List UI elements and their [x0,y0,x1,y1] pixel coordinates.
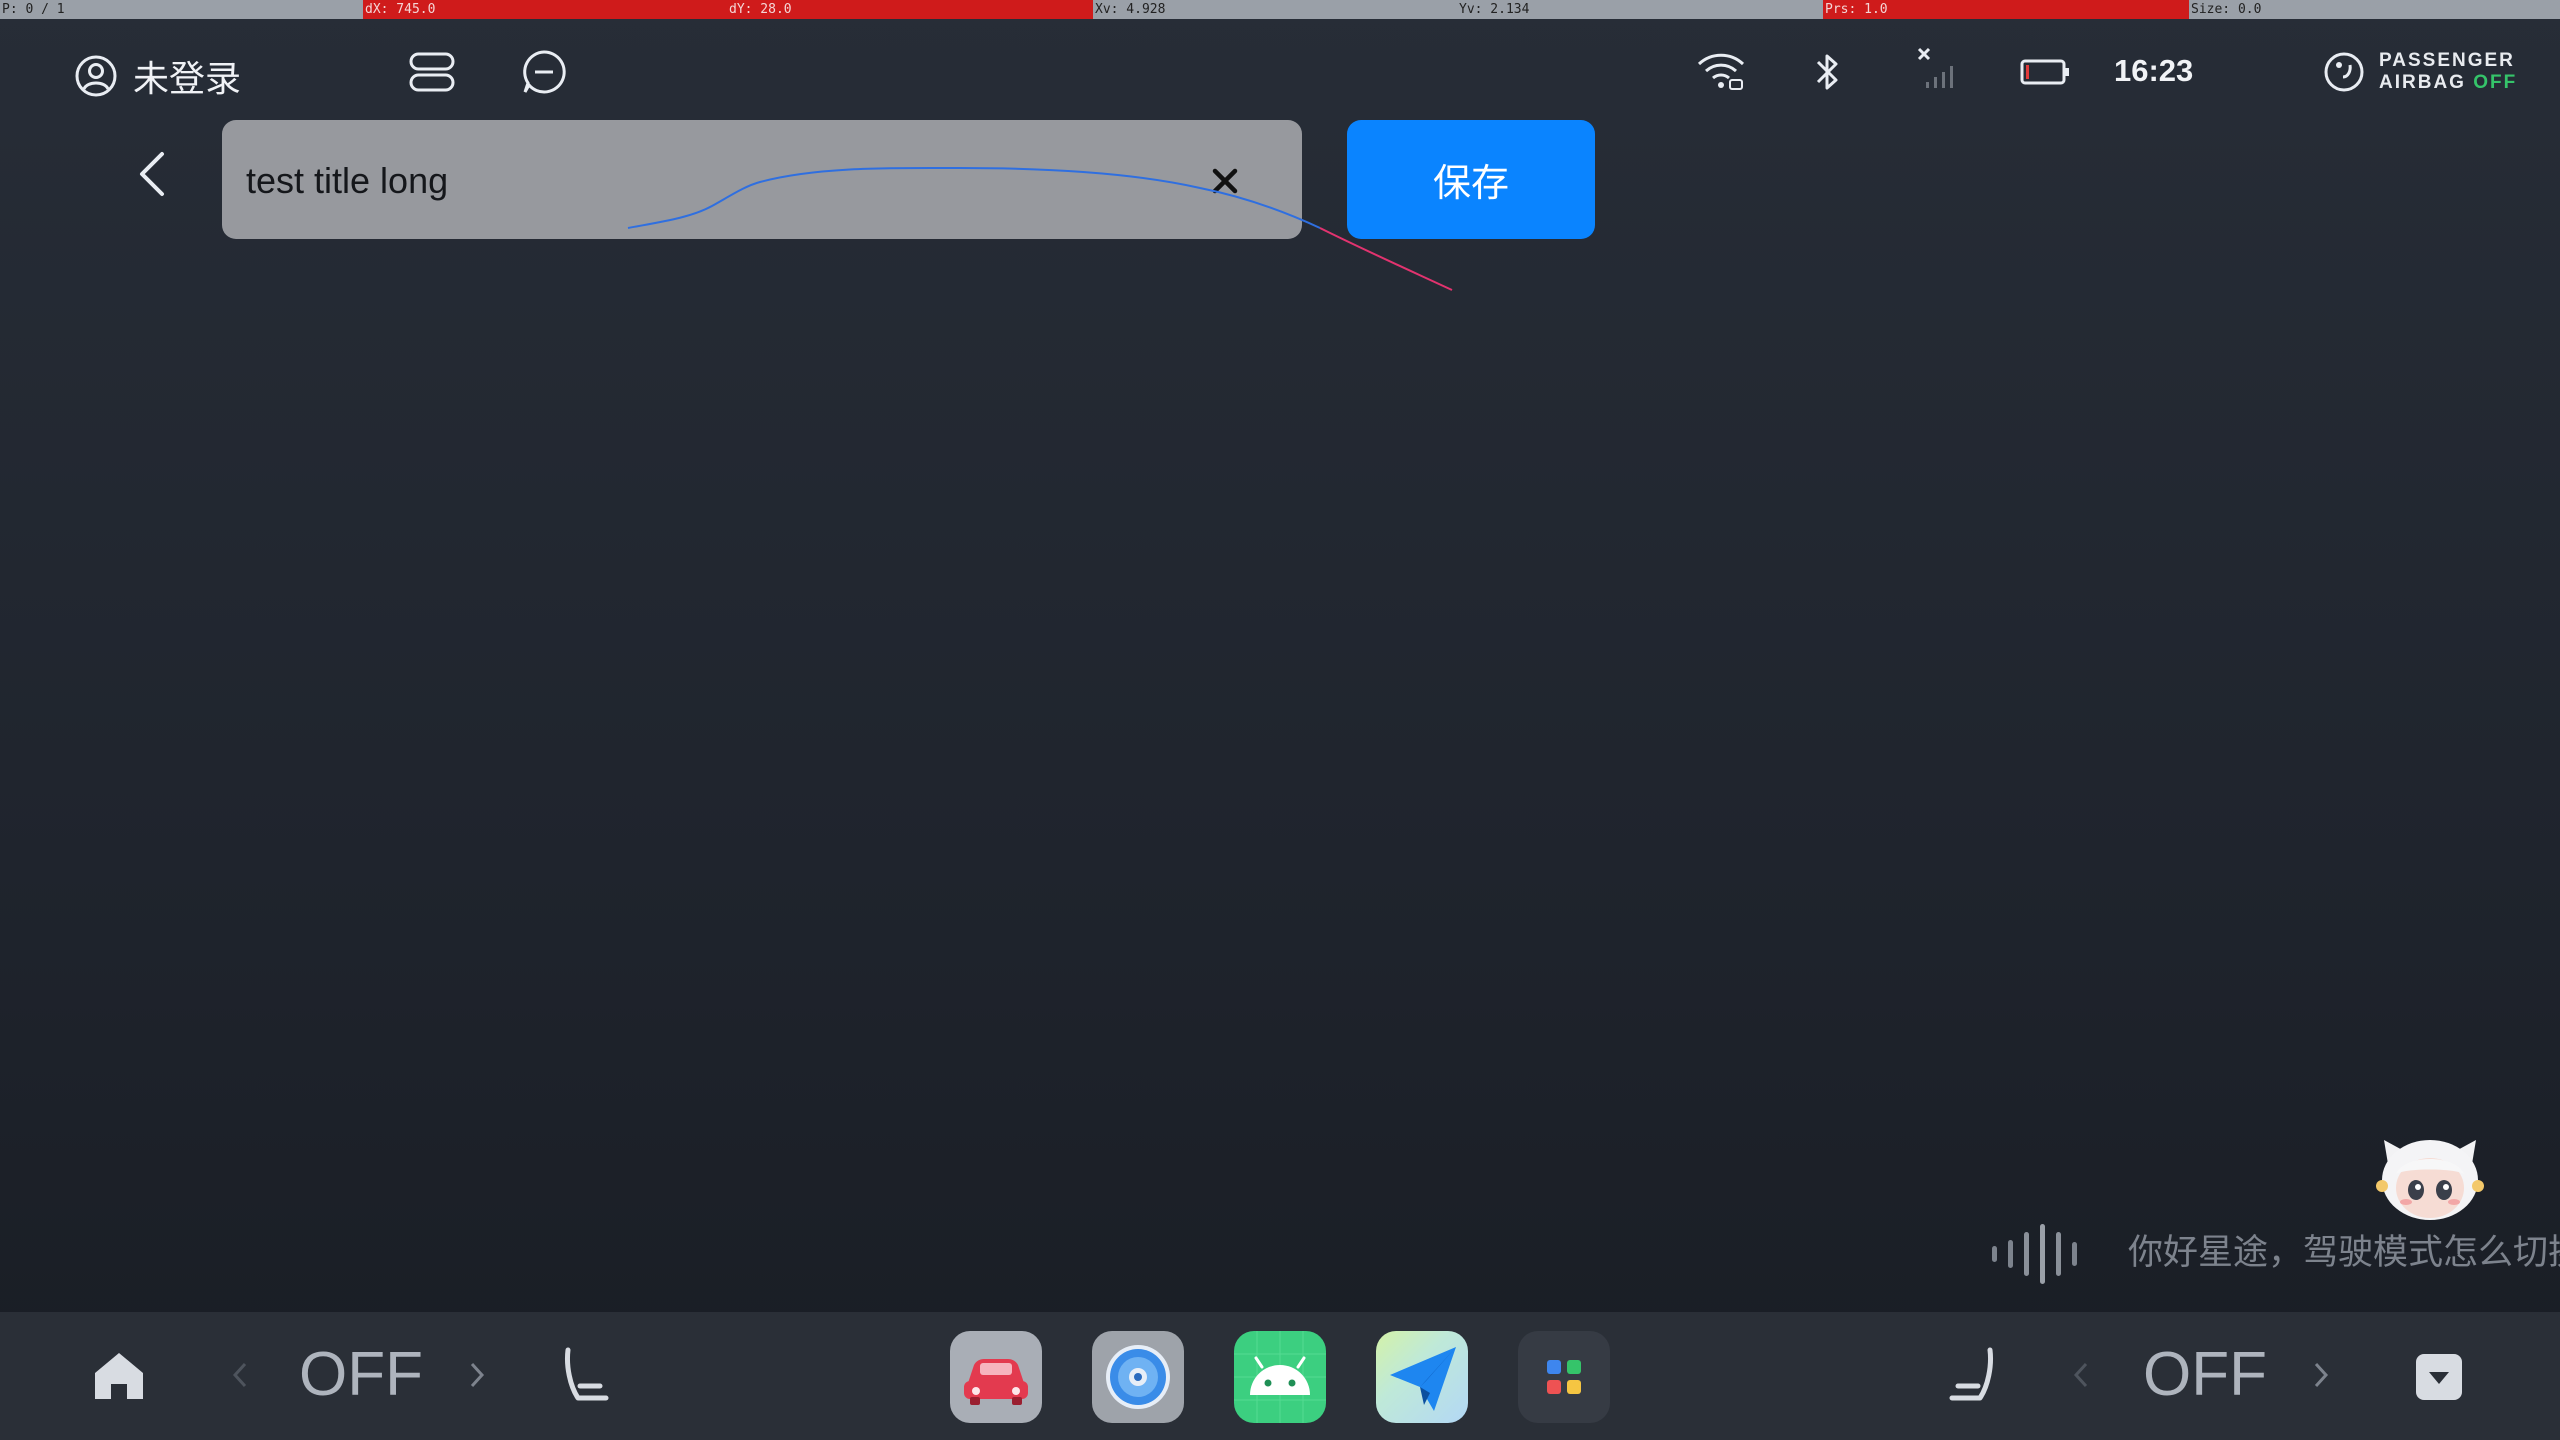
battery-icon [2020,59,2069,85]
music-disc-app[interactable] [1092,1331,1184,1423]
airbag-icon [2324,52,2364,92]
velocity-y: Yv: 2.134 [1457,0,1823,19]
clear-icon[interactable] [1202,158,1248,204]
message-icon[interactable] [520,48,568,96]
app-grid[interactable] [1518,1331,1610,1423]
airbag-state: OFF [2473,72,2518,93]
touch-size: Size: 0.0 [2189,0,2560,19]
app-grid-icon [1547,1360,1581,1394]
chevron-right-icon[interactable] [464,1352,490,1398]
right-climate-value: OFF [2143,1340,2267,1409]
chevron-left-icon[interactable] [227,1352,253,1398]
save-button[interactable]: 保存 [1347,120,1595,239]
pressure: Prs: 1.0 [1823,0,2189,19]
title-field[interactable] [222,120,1302,241]
airbag-line2: AIRBAG [2379,72,2466,93]
title-input[interactable] [244,120,1168,241]
bluetooth-icon [1816,54,1838,90]
left-climate-value: OFF [299,1340,423,1409]
clock: 16:23 [2114,53,2194,88]
login-button[interactable]: 未登录 [75,50,241,102]
velocity-x: Xv: 4.928 [1093,0,1457,19]
chevron-left-icon [140,152,164,196]
no-signal-icon [1917,47,1953,88]
back-button[interactable] [128,146,180,202]
navigation-app[interactable] [1376,1331,1468,1423]
android-app[interactable] [1234,1331,1326,1423]
delta-x: dX: 745.0 [363,0,727,19]
android-icon [1234,1331,1326,1423]
home-icon[interactable] [92,1350,146,1402]
bottom-dock: OFF OFF [0,1312,2560,1440]
chevron-left-icon[interactable] [2068,1352,2094,1398]
paper-plane-icon [1390,1347,1456,1411]
car-icon [964,1359,1028,1405]
car-app[interactable] [950,1331,1042,1423]
delta-y: dY: 28.0 [727,0,1093,19]
pointer-location-bar: P: 0 / 1 dX: 745.0 dY: 28.0 Xv: 4.928 Yv… [0,0,2560,19]
passenger-airbag-indicator: PASSENGER AIRBAG OFF [2323,50,2517,94]
chevron-right-icon[interactable] [2308,1352,2334,1398]
airbag-line1: PASSENGER [2379,50,2515,71]
user-icon [75,55,117,97]
voice-assistant-mascot[interactable] [2374,1134,2486,1224]
seat-right-icon[interactable] [1948,1346,1998,1404]
login-label: 未登录 [133,59,242,100]
voice-wave-icon [1992,1224,2077,1284]
disc-icon [1106,1345,1170,1409]
collapse-dock-icon[interactable] [2414,1352,2464,1402]
seat-left-icon[interactable] [560,1346,610,1404]
voice-hint: 你好星途，驾驶模式怎么切换 [2128,1230,2560,1276]
wifi-icon [1697,53,1745,90]
pointer-count: P: 0 / 1 [0,0,363,19]
toggle-pills-icon[interactable] [408,50,456,94]
voice-hint-text: 你好星途，驾驶模式怎么切换 [2128,1233,2560,1273]
